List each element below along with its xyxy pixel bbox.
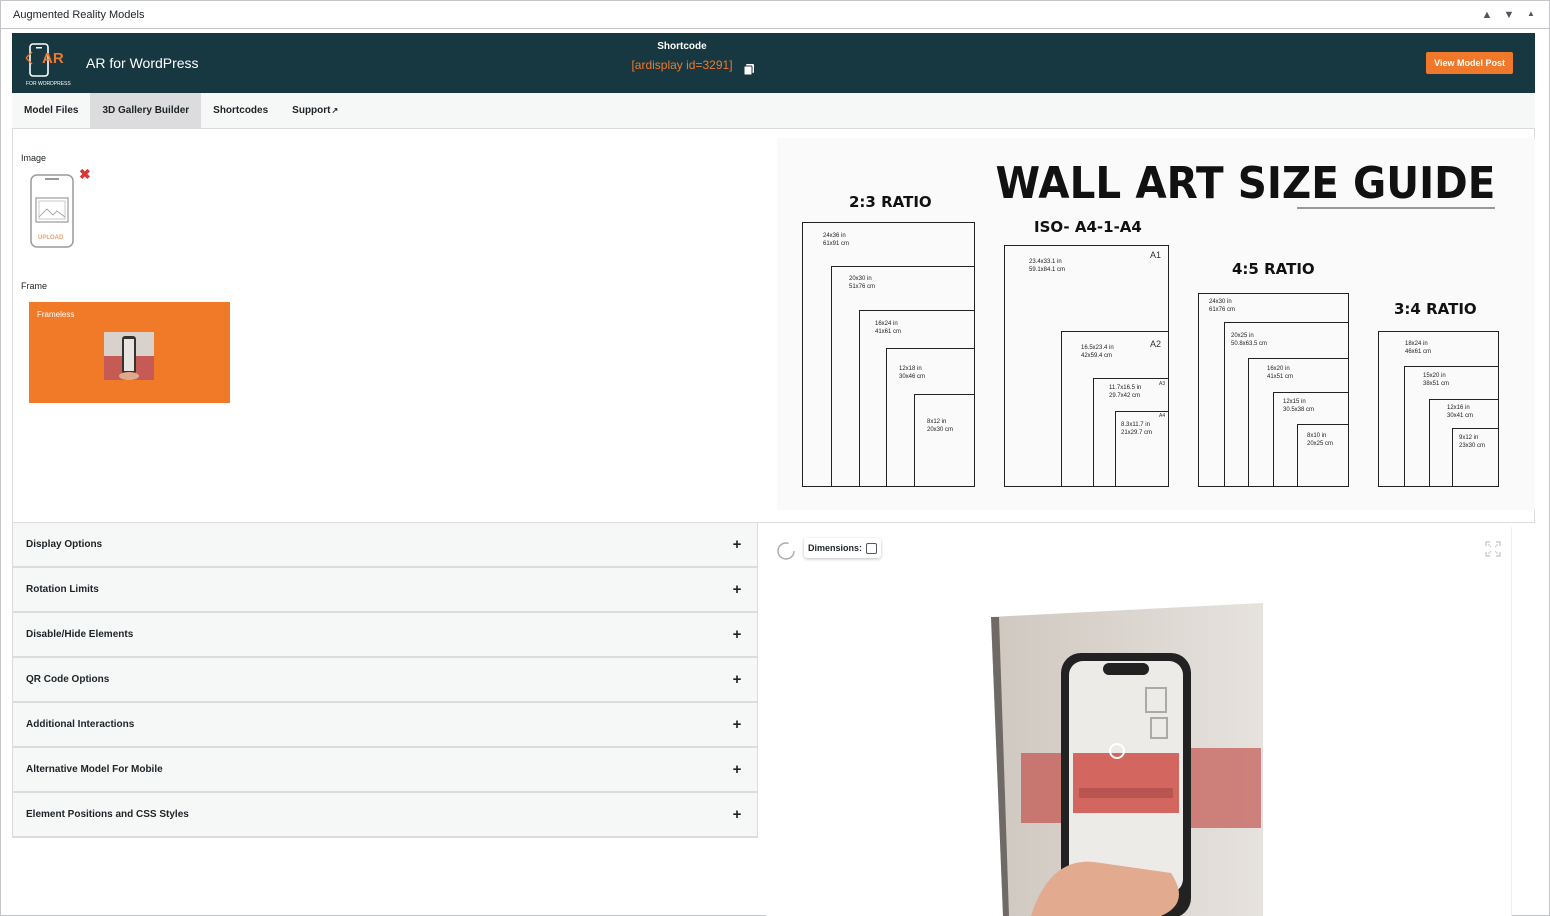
size-label: 20x30 in 51x76 cm xyxy=(849,276,876,290)
dimensions-checkbox[interactable] xyxy=(866,542,878,554)
size-label: 23.4x33.1 in 59.1x84.1 cm xyxy=(1029,259,1066,273)
tab-3d-gallery-builder[interactable]: 3D Gallery Builder xyxy=(90,93,202,128)
postbox-controls: ▲ ▼ ▲ xyxy=(1481,9,1537,21)
shortcode-label: Shortcode xyxy=(657,41,707,52)
fullscreen-icon[interactable] xyxy=(1485,541,1501,557)
logo-subtext: FOR WORDPRESS xyxy=(26,81,71,87)
expand-plus-icon: + xyxy=(732,536,742,553)
size-label: 16x20 in 41x51 cm xyxy=(1267,366,1294,380)
accordion-additional-interactions[interactable]: Additional Interactions + xyxy=(12,703,758,748)
tab-shortcodes[interactable]: Shortcodes xyxy=(201,93,280,128)
postbox-header: Augmented Reality Models ▲ ▼ ▲ xyxy=(1,1,1549,29)
move-up-icon[interactable]: ▲ xyxy=(1481,9,1493,21)
reset-view-icon[interactable] xyxy=(776,541,796,561)
frame-option-label: Frameless xyxy=(37,310,75,319)
accordion-rotation-limits[interactable]: Rotation Limits + xyxy=(12,568,758,613)
dimensions-label: Dimensions: xyxy=(808,543,863,553)
accordion-element-positions-css[interactable]: Element Positions and CSS Styles + xyxy=(12,793,758,838)
accordion-label: Rotation Limits xyxy=(26,584,99,595)
image-label: Image xyxy=(21,153,47,163)
ar-header-bar: AR FOR WORDPRESS AR for WordPress Shortc… xyxy=(12,33,1535,93)
wall-art-size-guide-image: WALL ART SIZE GUIDE 2:3 RATIO 24x36 in 61… xyxy=(777,138,1535,510)
size-box xyxy=(914,394,975,487)
frame-option-frameless[interactable]: Frameless xyxy=(29,302,230,403)
options-accordion: Display Options + Rotation Limits + Disa… xyxy=(12,523,758,838)
paper-tag: A1 xyxy=(1150,250,1162,260)
shortcode-value[interactable]: [ardisplay id=3291] xyxy=(631,58,732,72)
size-label: 24x36 in 61x91 cm xyxy=(823,233,850,247)
size-label: 12x15 in 30.5x38 cm xyxy=(1283,399,1315,413)
paper-tag: A4 xyxy=(1159,413,1166,419)
ratio-title-4-5: 4:5 RATIO xyxy=(1232,260,1315,278)
tab-support[interactable]: Support ↗ xyxy=(280,93,350,128)
size-label: 9x12 in 23x30 cm xyxy=(1459,435,1486,449)
external-link-icon: ↗ xyxy=(331,106,339,115)
expand-plus-icon: + xyxy=(732,581,742,598)
ratio-title-2-3: 2:3 RATIO xyxy=(849,193,932,211)
accordion-alternative-model-mobile[interactable]: Alternative Model For Mobile + xyxy=(12,748,758,793)
size-label: 11.7x16.5 in 29.7x42 cm xyxy=(1109,385,1142,399)
tab-bar: Model Files 3D Gallery Builder Shortcode… xyxy=(12,93,1535,129)
expand-plus-icon: + xyxy=(732,671,742,688)
size-label: 24x30 in 61x76 cm xyxy=(1209,299,1236,313)
accordion-label: Element Positions and CSS Styles xyxy=(26,809,189,820)
size-guide-underline xyxy=(1297,207,1495,209)
accordion-disable-hide-elements[interactable]: Disable/Hide Elements + xyxy=(12,613,758,658)
tab-model-files[interactable]: Model Files xyxy=(12,93,90,128)
shortcode-box: Shortcode [ardisplay id=3291] xyxy=(572,41,792,77)
size-label: 8x10 in 20x25 cm xyxy=(1307,433,1334,447)
ar-logo: AR FOR WORDPRESS xyxy=(24,38,71,88)
size-label: 12x18 in 30x46 cm xyxy=(899,366,926,380)
expand-plus-icon: + xyxy=(732,806,742,823)
accordion-label: Alternative Model For Mobile xyxy=(26,764,163,775)
tab-support-label: Support xyxy=(292,105,331,116)
view-model-post-button[interactable]: View Model Post xyxy=(1426,52,1513,74)
accordion-display-options[interactable]: Display Options + xyxy=(12,523,758,568)
accordion-label: QR Code Options xyxy=(26,674,110,685)
accordion-label: Display Options xyxy=(26,539,103,550)
size-label: 8.3x11.7 in 21x29.7 cm xyxy=(1121,422,1153,436)
copy-icon[interactable] xyxy=(742,63,756,77)
size-label: 20x25 in 50.8x63.5 cm xyxy=(1231,333,1268,347)
3d-model-canvas[interactable] xyxy=(991,603,1266,916)
gallery-builder-panel: Image UPLOAD ✖ Frame Frameless WALL ART … xyxy=(12,129,1535,523)
ratio-title-iso: ISO- A4-1-A4 xyxy=(1034,218,1142,236)
size-label: 12x16 in 30x41 cm xyxy=(1447,405,1474,419)
app-title: AR for WordPress xyxy=(86,55,199,71)
model-viewer: Dimensions: xyxy=(766,527,1512,916)
upload-text: UPLOAD xyxy=(38,235,64,241)
size-label: 16x24 in 41x61 cm xyxy=(875,321,902,335)
size-label: 15x20 in 38x51 cm xyxy=(1423,373,1450,387)
size-label: 16.5x23.4 in 42x59.4 cm xyxy=(1081,345,1114,359)
frame-label: Frame xyxy=(21,281,48,291)
size-guide-title: WALL ART SIZE GUIDE xyxy=(995,158,1495,209)
accordion-label: Disable/Hide Elements xyxy=(26,629,134,640)
remove-image-icon[interactable]: ✖ xyxy=(79,166,91,183)
dimensions-toggle[interactable]: Dimensions: xyxy=(804,538,882,558)
paper-tag: A2 xyxy=(1150,339,1162,349)
accordion-label: Additional Interactions xyxy=(26,719,135,730)
expand-plus-icon: + xyxy=(732,761,742,778)
paper-tag: A3 xyxy=(1159,381,1166,387)
collapse-toggle-icon[interactable]: ▲ xyxy=(1525,9,1537,21)
size-label: 18x24 in 46x61 cm xyxy=(1405,341,1432,355)
logo-text: AR xyxy=(42,50,64,67)
postbox-title: Augmented Reality Models xyxy=(13,8,145,21)
accordion-qr-code-options[interactable]: QR Code Options + xyxy=(12,658,758,703)
expand-plus-icon: + xyxy=(732,626,742,643)
move-down-icon[interactable]: ▼ xyxy=(1503,9,1515,21)
size-label: 8x12 in 20x30 cm xyxy=(927,419,954,433)
frameless-preview-image xyxy=(104,332,154,380)
expand-plus-icon: + xyxy=(732,716,742,733)
ratio-title-3-4: 3:4 RATIO xyxy=(1394,300,1477,318)
